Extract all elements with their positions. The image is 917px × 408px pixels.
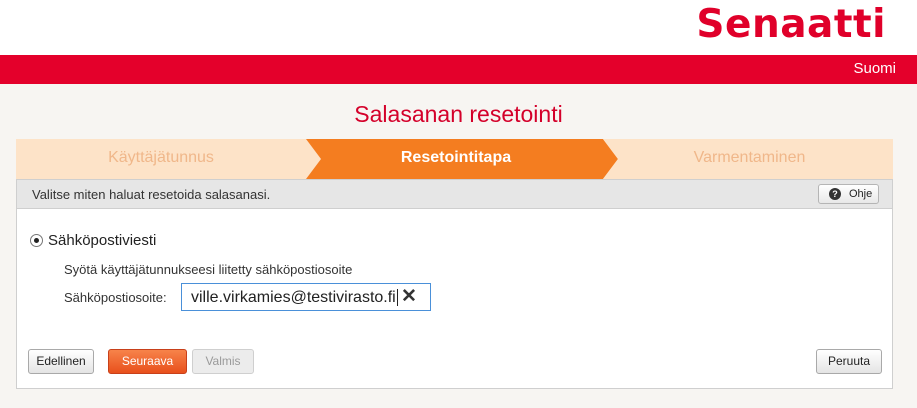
- language-selector[interactable]: Suomi: [853, 60, 896, 77]
- top-bar: Suomi: [0, 55, 917, 84]
- reset-panel: Valitse miten haluat resetoida salasanas…: [16, 179, 893, 389]
- email-field[interactable]: ville.virkamies@testivirasto.fi ✕: [181, 283, 431, 311]
- wizard-step-verification: Varmentaminen: [693, 149, 806, 166]
- question-icon: ?: [829, 188, 841, 200]
- cancel-button[interactable]: Peruuta: [816, 349, 882, 374]
- panel-header: Valitse miten haluat resetoida salasanas…: [17, 180, 892, 209]
- done-button: Valmis: [192, 349, 254, 374]
- email-field-value[interactable]: ville.virkamies@testivirasto.fi: [191, 289, 397, 307]
- previous-button[interactable]: Edellinen: [28, 349, 94, 374]
- close-icon[interactable]: ✕: [401, 286, 417, 308]
- text-caret: [397, 289, 398, 306]
- instruction-text: Valitse miten haluat resetoida salasanas…: [32, 187, 271, 202]
- help-button-label: Ohje: [849, 188, 873, 200]
- page-title: Salasanan resetointi: [354, 101, 563, 127]
- wizard-steps: Käyttäjätunnus Resetointitapa Varmentami…: [16, 139, 893, 179]
- next-button[interactable]: Seuraava: [108, 349, 187, 374]
- email-option-radio[interactable]: [30, 234, 43, 247]
- help-button[interactable]: ? Ohje: [818, 184, 879, 204]
- email-hint: Syötä käyttäjätunnukseesi liitetty sähkö…: [64, 262, 353, 277]
- wizard-step-reset-method: Resetointitapa: [400, 149, 512, 166]
- senaatti-logo[interactable]: Senaatti: [696, 2, 886, 47]
- email-option-label[interactable]: Sähköpostiviesti: [48, 232, 156, 249]
- header: Senaatti: [0, 0, 917, 55]
- wizard-step-username: Käyttäjätunnus: [108, 149, 214, 166]
- email-field-label: Sähköpostiosoite:: [64, 290, 167, 305]
